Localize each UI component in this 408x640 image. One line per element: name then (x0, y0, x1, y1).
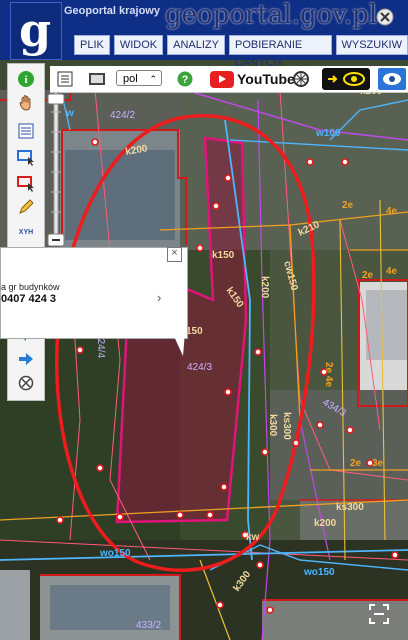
parcel-info-popup: × a gr budynków 0407 424 3 › (0, 247, 188, 356)
youtube-icon (210, 70, 234, 88)
survey-marker (96, 464, 104, 472)
survey-marker (206, 511, 214, 519)
survey-marker (224, 388, 232, 396)
survey-marker (346, 426, 354, 434)
survey-marker (292, 439, 300, 447)
menu-widok[interactable]: WIDOK (113, 35, 164, 55)
zoom-slider[interactable] (47, 92, 65, 248)
eye-toggle-button[interactable] (322, 68, 370, 90)
label-424-3: 424/3 (187, 362, 212, 373)
label-w100: w100 (315, 128, 341, 139)
youtube-label: YouTube (237, 71, 295, 87)
survey-marker (176, 511, 184, 519)
survey-marker (254, 348, 262, 356)
select-red-icon[interactable] (17, 174, 35, 192)
label-2e: 2e (342, 200, 354, 211)
label-2e-b: 2e (362, 270, 374, 281)
label-kw: kw (246, 532, 260, 543)
label-w: w (65, 108, 74, 119)
layers-icon[interactable] (17, 122, 35, 140)
screenshot-icon[interactable] (368, 603, 390, 625)
help-icon[interactable]: ? (176, 70, 194, 88)
brand-prefix: geoportal (165, 0, 292, 30)
label-4e: 4e (386, 266, 398, 277)
brand-wordmark: geoportal.gov.pl (165, 0, 377, 30)
info-icon[interactable]: i (17, 70, 35, 88)
survey-marker (220, 483, 228, 491)
popup-parcel-id[interactable]: 0407 424 3 (1, 293, 56, 305)
survey-marker (116, 513, 124, 521)
survey-marker (196, 244, 204, 252)
survey-marker (316, 421, 324, 429)
data-icon[interactable] (88, 70, 106, 88)
menu-wyszukiwanie[interactable]: WYSZUKIW (335, 35, 408, 55)
forward-arrow-icon[interactable] (17, 350, 35, 368)
survey-marker (266, 606, 274, 614)
label-ks300-b: ks300 (336, 502, 364, 513)
label-wo150-b: wo150 (303, 567, 335, 578)
menu-plik[interactable]: PLIK (74, 35, 110, 55)
crosshair-icon[interactable] (17, 374, 35, 392)
popup-pointer (161, 308, 187, 356)
label-433-2: 433/2 (136, 620, 161, 631)
language-select[interactable]: pol ⌃ (116, 70, 162, 86)
pan-hand-icon[interactable] (17, 94, 35, 112)
survey-marker (56, 516, 64, 524)
top-toolbar: pol ⌃ ? YouTube (50, 66, 408, 93)
label-wo150: wo150 (99, 548, 131, 559)
survey-marker (212, 202, 220, 210)
survey-marker (256, 561, 264, 569)
label-2e4e: 2e 4e (323, 362, 334, 387)
label-k300: k300 (267, 414, 278, 437)
popup-close-button[interactable]: × (167, 247, 182, 262)
label-ks300: ks300 (281, 412, 292, 440)
survey-marker (306, 158, 314, 166)
select-rect-icon[interactable] (17, 148, 35, 166)
label-2e-c: 2e (350, 458, 362, 469)
header-title: Geoportal krajowy (64, 5, 160, 17)
label-k200: k200 (259, 276, 270, 299)
brand-suffix: .gov.pl (291, 0, 378, 30)
popup-description: a gr budynków (1, 282, 60, 292)
label-4e-b: 4e (386, 206, 398, 217)
menu-pobieranie-danych[interactable]: POBIERANIE DANYCH (229, 35, 332, 69)
eye-toggle-icon (328, 72, 365, 86)
svg-text:?: ? (182, 74, 189, 86)
youtube-link[interactable]: YouTube (210, 69, 295, 89)
eye-icon (383, 73, 401, 85)
app-header: g Geoportal krajowy geoportal.gov.pl PLI… (0, 0, 408, 69)
geoportal-logo[interactable]: g (10, 2, 62, 60)
menu-analizy[interactable]: ANALIZY (167, 35, 225, 55)
select-arrow-icon: ⌃ (149, 74, 157, 84)
survey-marker (91, 138, 99, 146)
survey-marker (76, 346, 84, 354)
tool-sidebar: i XYH (7, 63, 45, 401)
survey-marker (391, 551, 399, 559)
xyh-icon[interactable]: XYH (17, 224, 35, 242)
survey-marker (216, 601, 224, 609)
label-k200-b: k200 (314, 518, 337, 529)
draw-icon[interactable] (17, 198, 35, 216)
main-menu: PLIK WIDOK ANALIZY POBIERANIE DANYCH WYS… (74, 35, 408, 69)
survey-marker (224, 174, 232, 182)
wheel-icon[interactable] (292, 70, 310, 88)
window-close-icon[interactable] (376, 8, 394, 26)
language-value: pol (123, 73, 138, 85)
svg-text:i: i (24, 74, 27, 86)
survey-marker (341, 158, 349, 166)
survey-marker (261, 448, 269, 456)
chevron-right-icon[interactable]: › (157, 290, 161, 305)
logo-g-icon: g (19, 3, 52, 57)
label-424-2: 424/2 (110, 110, 135, 121)
label-3e: 3e (372, 458, 384, 469)
label-k150: k150 (212, 250, 235, 261)
legend-icon[interactable] (56, 70, 74, 88)
eye-button[interactable] (378, 68, 406, 90)
